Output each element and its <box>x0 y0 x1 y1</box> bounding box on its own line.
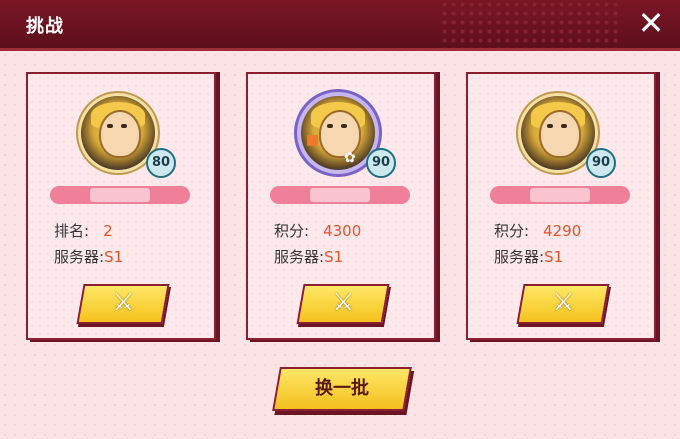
opponent-card-1: 80 排名: 2 服务器:S1 ⚔ <box>26 72 216 340</box>
stat-row: 排名: 2 <box>54 220 113 241</box>
close-icon[interactable]: ✕ <box>636 7 666 39</box>
avatar[interactable] <box>521 96 595 170</box>
stat-value: 2 <box>103 222 113 240</box>
opponent-card-3: 90 积分: 4290 服务器:S1 ⚔ <box>466 72 656 340</box>
player-name-bar <box>490 186 630 204</box>
server-row: 服务器:S1 <box>54 246 123 267</box>
crossed-swords-icon: ⚔ <box>332 288 355 316</box>
player-name-bar <box>50 186 190 204</box>
server-value: S1 <box>324 248 344 266</box>
stat-label: 排名: <box>54 222 90 240</box>
refresh-label: 换一批 <box>315 378 369 399</box>
challenge-panel: 挑战 ✕ 80 排名: 2 服务器:S1 ⚔ ■ ✿ 90 积分: 4300 服… <box>0 0 680 439</box>
level-badge: 90 <box>586 148 616 178</box>
server-label: 服务器: <box>494 248 545 266</box>
challenge-button[interactable]: ⚔ <box>516 284 610 324</box>
window-title: 挑战 <box>26 16 64 37</box>
server-row: 服务器:S1 <box>274 246 343 267</box>
stat-row: 积分: 4290 <box>494 220 581 241</box>
refresh-opponents-button[interactable]: 换一批 <box>272 367 412 411</box>
opponent-card-2: ■ ✿ 90 积分: 4300 服务器:S1 ⚔ <box>246 72 436 340</box>
level-badge: 80 <box>146 148 176 178</box>
server-value: S1 <box>544 248 564 266</box>
server-label: 服务器: <box>274 248 325 266</box>
lantern-icon: ■ <box>306 132 320 148</box>
level-badge: 90 <box>366 148 396 178</box>
crossed-swords-icon: ⚔ <box>552 288 575 316</box>
stat-label: 积分: <box>494 222 530 240</box>
title-bar: 挑战 ✕ <box>0 0 680 51</box>
server-value: S1 <box>104 248 124 266</box>
stat-row: 积分: 4300 <box>274 220 361 241</box>
server-label: 服务器: <box>54 248 105 266</box>
challenge-button[interactable]: ⚔ <box>296 284 390 324</box>
stat-value: 4300 <box>323 222 362 240</box>
stat-value: 4290 <box>543 222 582 240</box>
crossed-swords-icon: ⚔ <box>112 288 135 316</box>
challenge-button[interactable]: ⚔ <box>76 284 170 324</box>
rabbit-icon: ✿ <box>344 150 356 166</box>
stat-label: 积分: <box>274 222 310 240</box>
avatar[interactable] <box>81 96 155 170</box>
player-name-bar <box>270 186 410 204</box>
server-row: 服务器:S1 <box>494 246 563 267</box>
